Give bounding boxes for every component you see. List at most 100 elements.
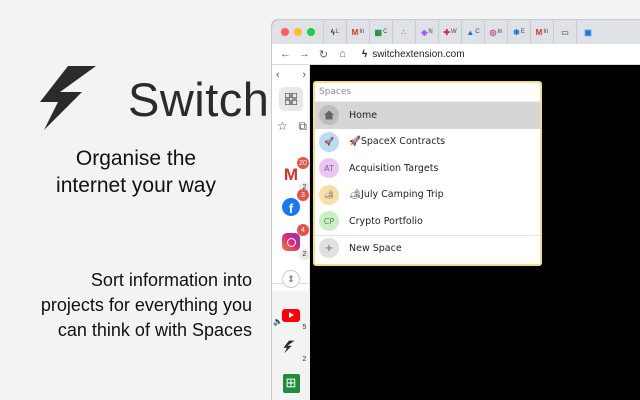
tab[interactable]: M In <box>346 20 369 44</box>
description-line: projects for everything you <box>40 295 252 315</box>
tab[interactable]: ▣ <box>576 20 599 44</box>
grid-icon <box>285 93 297 105</box>
tab[interactable]: ▲ C <box>461 20 484 44</box>
back-icon[interactable]: ← <box>276 48 295 60</box>
promo-panel: Switch Organise the internet your way So… <box>0 0 272 400</box>
maximize-window-button[interactable] <box>307 28 315 36</box>
space-item[interactable]: CP Crypto Portfolio <box>315 208 540 235</box>
spaces-grid-button[interactable] <box>279 87 303 111</box>
youtube-icon <box>282 308 300 322</box>
chevron-right-icon[interactable]: › <box>302 69 306 81</box>
facebook-icon: f <box>282 198 300 216</box>
sidebar-app-instagram[interactable]: 4 2 <box>279 224 310 260</box>
space-label: Acquisition Targets <box>349 162 439 174</box>
external-link-icon[interactable]: ⧉ <box>298 119 307 134</box>
switch-bolt-icon <box>40 66 96 130</box>
reload-icon[interactable]: ↻ <box>314 48 333 61</box>
instagram-icon <box>282 233 300 251</box>
tagline: Organise the internet your way <box>30 145 242 199</box>
plus-icon: + <box>319 238 339 259</box>
tab-count: 5 <box>302 324 307 331</box>
tab[interactable]: ◆ N <box>415 20 438 44</box>
asana-icon: ∴ <box>400 27 407 37</box>
space-avatar: AT <box>319 158 339 179</box>
notification-badge: 4 <box>297 224 309 236</box>
space-label: Home <box>349 109 378 121</box>
sidebar-app-gmail[interactable]: M 20 2 <box>279 157 310 193</box>
notification-badge: 3 <box>297 189 309 201</box>
gmail-icon: M <box>351 27 359 37</box>
slack-icon: ✚ <box>443 27 451 37</box>
tab[interactable]: ∴ <box>392 20 415 44</box>
switch-bolt-icon <box>283 340 295 354</box>
switch-icon: ϟ <box>362 48 368 60</box>
space-label: Crypto Portfolio <box>349 215 423 227</box>
browser-window: ϟL M In ▦ C ∴ ◆ N ✚ W ▲ C ◎ In ✱ E M In ▭ ▣ ← → … <box>271 19 640 400</box>
spaces-search-placeholder: Spaces <box>319 87 352 97</box>
camping-icon: 🏕 <box>319 184 339 205</box>
forward-icon[interactable]: → <box>295 48 314 60</box>
tab[interactable]: ✱ E <box>507 20 530 44</box>
tab-bar: ϟL M In ▦ C ∴ ◆ N ✚ W ▲ C ◎ In ✱ E M In ▭ ▣ <box>272 20 640 44</box>
image-icon: ▭ <box>561 27 569 37</box>
puzzle-icon: ✱ <box>513 27 520 37</box>
gmail-icon: M <box>535 27 543 37</box>
space-avatar: CP <box>319 211 339 232</box>
switch-sidebar: ‹ › ☆ ⧉ M 20 2 f 3 4 2 ⇕ 5 🔈 2 ⊞ <box>272 65 310 400</box>
sidebar-app-sheets[interactable]: ⊞ <box>279 371 303 395</box>
tab[interactable]: ▦ C <box>369 20 392 44</box>
expand-collapse-icon[interactable]: ⇕ <box>282 270 300 288</box>
space-item-home[interactable]: Home <box>315 102 540 129</box>
switch-icon: ϟ <box>330 27 335 37</box>
space-item[interactable]: 🏕 🏕July Camping Trip <box>315 182 540 209</box>
browser-toolbar: ← → ↻ ⌂ ϟ switchextension.com <box>272 44 640 65</box>
tagline-line: Organise the <box>75 147 197 170</box>
home-icon[interactable]: ⌂ <box>333 48 352 60</box>
star-icon[interactable]: ☆ <box>277 119 288 134</box>
calendar-icon: ▣ <box>584 27 592 37</box>
description-line: can think of with Spaces <box>57 320 252 340</box>
gmail-icon: M <box>283 165 299 184</box>
brand-name: Switch <box>128 73 270 126</box>
sheets-icon: ⊞ <box>282 373 300 393</box>
window-controls <box>281 28 315 36</box>
tab-strip: ϟL M In ▦ C ∴ ◆ N ✚ W ▲ C ◎ In ✱ E M In ▭ ▣ <box>323 20 599 44</box>
sidebar-app-facebook[interactable]: f 3 <box>279 189 309 219</box>
instagram-icon: ◎ <box>489 27 497 37</box>
address-bar[interactable]: ϟ switchextension.com <box>362 49 465 60</box>
sidebar-nav: ‹ › <box>276 69 306 81</box>
space-item[interactable]: AT Acquisition Targets <box>315 155 540 182</box>
switch-logo: Switch <box>38 62 269 134</box>
tab[interactable]: ▭ <box>553 20 576 44</box>
close-window-button[interactable] <box>281 28 289 36</box>
drive-icon: ▲ <box>466 27 475 37</box>
tab[interactable]: M In <box>530 20 553 44</box>
tab[interactable]: ✚ W <box>438 20 461 44</box>
space-label: 🏕July Camping Trip <box>349 189 444 201</box>
tab-count: 2 <box>302 356 307 363</box>
tagline-line: internet your way <box>56 174 216 197</box>
minimize-window-button[interactable] <box>294 28 302 36</box>
new-space-button[interactable]: + New Space <box>315 234 540 262</box>
sidebar-app-switch[interactable]: 2 <box>279 335 306 363</box>
notification-badge: 20 <box>297 157 309 169</box>
spaces-dropdown: Spaces Home 🚀 🚀SpaceX Contracts AT Acqui… <box>313 81 542 266</box>
audio-icon[interactable]: 🔈 <box>273 317 283 326</box>
tab[interactable]: ◎ In <box>484 20 507 44</box>
tab-count: 2 <box>299 249 310 260</box>
description: Sort information into projects for every… <box>0 268 252 343</box>
spaces-search-input[interactable]: Spaces <box>315 83 540 102</box>
home-icon <box>319 105 339 126</box>
url-text: switchextension.com <box>372 48 465 60</box>
chevron-left-icon[interactable]: ‹ <box>276 69 280 81</box>
space-label: 🚀SpaceX Contracts <box>349 136 446 148</box>
rocket-icon: 🚀 <box>319 131 339 152</box>
tab[interactable]: ϟL <box>323 20 346 44</box>
new-space-label: New Space <box>349 242 402 254</box>
space-item[interactable]: 🚀 🚀SpaceX Contracts <box>315 129 540 156</box>
sidebar-tools: ☆ ⧉ <box>277 119 307 134</box>
sidebar-pinned: 5 🔈 2 ⊞ <box>272 291 310 400</box>
sheets-icon: ▦ <box>374 27 383 37</box>
description-line: Sort information into <box>90 270 252 290</box>
figma-icon: ◆ <box>421 27 428 37</box>
